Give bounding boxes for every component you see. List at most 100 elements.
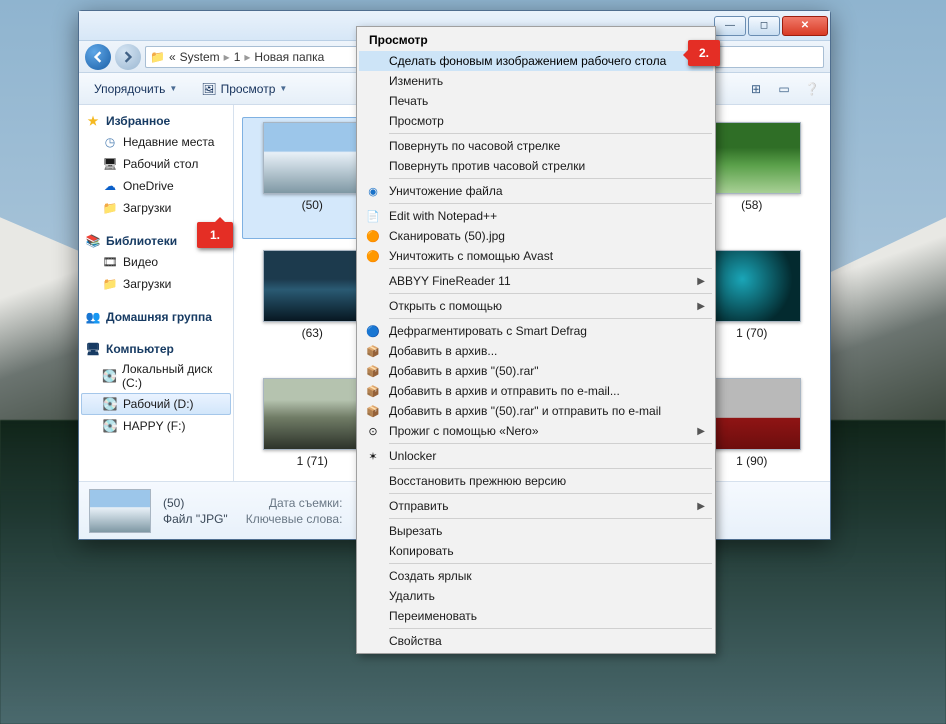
context-menu-item[interactable]: Сделать фоновым изображением рабочего ст… [359,51,713,71]
thumbnail-label: (58) [741,198,762,212]
context-menu-item[interactable]: Отправить ▶ [359,496,713,516]
context-menu-item[interactable]: ABBYY FineReader 11▶ [359,271,713,291]
sidebar-drive-c[interactable]: 💽Локальный диск (C:) [81,359,231,393]
menu-separator [389,203,712,204]
menu-item-label: Сделать фоновым изображением рабочего ст… [389,54,666,68]
sidebar-onedrive[interactable]: ☁OneDrive [81,175,231,197]
details-date-label: Дата съемки: [246,496,343,510]
minimize-button[interactable]: — [714,16,746,36]
menu-separator [389,133,712,134]
menu-item-label: Прожиг с помощью «Nero» [389,424,539,438]
menu-item-icon: ✶ [365,448,381,464]
context-menu-item[interactable]: ⊙ Прожиг с помощью «Nero» ▶ [359,421,713,441]
context-menu-item[interactable]: Повернуть против часовой стрелки [359,156,713,176]
context-menu-item[interactable]: 🟠Уничтожить с помощью Avast [359,246,713,266]
submenu-arrow-icon: ▶ [697,426,705,437]
help-button[interactable]: ❔ [802,79,822,99]
close-button[interactable]: ✕ [782,16,828,36]
menu-item-icon: 📦 [365,383,381,399]
menu-item-label: Отправить [389,499,449,513]
context-menu[interactable]: Просмотр Сделать фоновым изображением ра… [356,26,716,654]
menu-item-icon: 📦 [365,363,381,379]
sidebar-desktop[interactable]: 🖥Рабочий стол [81,153,231,175]
menu-item-label: Уничтожить с помощью Avast [389,249,553,263]
context-menu-item[interactable]: 📄 Edit with Notepad++ [359,206,713,226]
annotation-2: 2. [688,40,720,66]
menu-item-label: Edit with Notepad++ [389,209,497,223]
context-menu-item[interactable]: Просмотр [359,111,713,131]
details-filename: (50) [163,496,228,510]
view-mode-button[interactable]: ⊞ [746,79,766,99]
context-menu-item[interactable]: ✶ Unlocker [359,446,713,466]
maximize-button[interactable]: ◻ [748,16,780,36]
print-button[interactable] [304,85,318,93]
star-icon: ★ [85,113,101,129]
details-filetype: Файл "JPG" [163,512,228,526]
context-menu-item[interactable]: Удалить [359,586,713,606]
preview-pane-button[interactable]: ▭ [774,79,794,99]
menu-item-label: Добавить в архив "(50).rar" и отправить … [389,404,661,418]
sidebar-drive-d[interactable]: 💽Рабочий (D:) [81,393,231,415]
context-menu-item[interactable]: Создать ярлык [359,566,713,586]
forward-button[interactable] [115,44,141,70]
menu-item-icon: 🔵 [365,323,381,339]
sidebar-downloads[interactable]: 📁Загрузки [81,197,231,219]
menu-separator [389,293,712,294]
context-menu-item[interactable]: Копировать [359,541,713,561]
submenu-arrow-icon: ▶ [697,301,705,312]
menu-item-icon: ⊙ [365,423,381,439]
menu-item-label: Повернуть против часовой стрелки [389,159,585,173]
crumb-1[interactable]: 1 [234,50,241,64]
sidebar-video[interactable]: 🎞Видео [81,251,231,273]
context-menu-item[interactable]: 🔵 Дефрагментировать с Smart Defrag [359,321,713,341]
menu-item-icon: 📄 [365,208,381,224]
menu-separator [389,563,712,564]
menu-item-label: Удалить [389,589,435,603]
menu-item-label: Дефрагментировать с Smart Defrag [389,324,587,338]
preview-button[interactable]: 🖼Просмотр▼ [194,78,294,100]
menu-separator [389,468,712,469]
organize-button[interactable]: Упорядочить▼ [87,78,184,100]
context-menu-item[interactable]: Переименовать [359,606,713,626]
context-menu-item[interactable]: 📦Добавить в архив... [359,341,713,361]
context-menu-item[interactable]: Изменить [359,71,713,91]
folder-icon: 📁 [102,200,118,216]
context-menu-item[interactable]: Повернуть по часовой стрелке [359,136,713,156]
context-menu-item[interactable]: 📦Добавить в архив и отправить по e-mail.… [359,381,713,401]
sidebar-recent[interactable]: ◷Недавние места [81,131,231,153]
context-menu-item[interactable]: Восстановить прежнюю версию [359,471,713,491]
menu-item-label: Изменить [389,74,443,88]
favorites-group[interactable]: ★Избранное [81,111,231,131]
cloud-icon: ☁ [102,178,118,194]
computer-group[interactable]: 🖥Компьютер [81,339,231,359]
context-menu-item[interactable]: ◉Уничтожение файла [359,181,713,201]
menu-item-label: Копировать [389,544,454,558]
context-menu-item[interactable]: 📦Добавить в архив "(50).rar" [359,361,713,381]
context-menu-item[interactable]: 🟠Сканировать (50).jpg [359,226,713,246]
menu-separator [389,178,712,179]
thumbnail-image [703,122,801,194]
clock-icon: ◷ [102,134,118,150]
drive-icon: 💽 [102,396,118,412]
drive-icon: 💽 [102,368,117,384]
menu-item-label: Unlocker [389,449,436,463]
menu-separator [389,628,712,629]
menu-item-label: Переименовать [389,609,477,623]
homegroup[interactable]: 👥Домашняя группа [81,307,231,327]
annotation-1: 1. [197,222,233,248]
menu-item-label: Уничтожение файла [389,184,503,198]
context-menu-item[interactable]: 📦Добавить в архив "(50).rar" и отправить… [359,401,713,421]
preview-icon: 🖼 [201,82,216,96]
context-menu-item[interactable]: Вырезать [359,521,713,541]
details-thumbnail [89,489,151,533]
sidebar-downloads2[interactable]: 📁Загрузки [81,273,231,295]
submenu-arrow-icon: ▶ [697,501,705,512]
context-menu-item[interactable]: Открыть с помощью▶ [359,296,713,316]
context-menu-item[interactable]: Свойства [359,631,713,651]
back-button[interactable] [85,44,111,70]
sidebar-drive-f[interactable]: 💽HAPPY (F:) [81,415,231,437]
context-menu-item[interactable]: Печать [359,91,713,111]
crumb-folder[interactable]: Новая папка [254,50,324,64]
menu-item-icon: 📦 [365,343,381,359]
crumb-system[interactable]: System [180,50,220,64]
